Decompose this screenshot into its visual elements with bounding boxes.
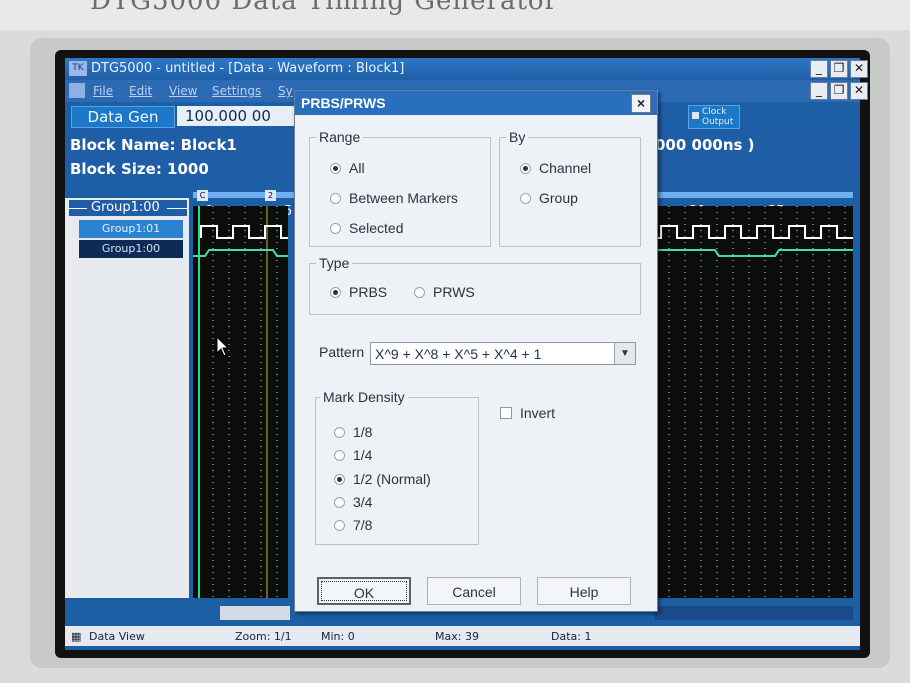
doc-icon[interactable] — [69, 83, 85, 98]
waveform-right-svg — [655, 206, 853, 598]
by-legend: By — [506, 129, 529, 145]
range-selected-radio[interactable]: Selected — [330, 220, 403, 236]
cancel-button[interactable]: Cancel — [427, 577, 521, 605]
by-channel-radio[interactable]: Channel — [520, 160, 591, 176]
type-prbs-radio[interactable]: PRBS — [330, 284, 387, 300]
radio-indicator-icon — [520, 192, 531, 204]
density-1-8-radio[interactable]: 1/8 — [334, 424, 372, 440]
bezel-caption: DTG5000 Data Timing Generator — [90, 0, 558, 16]
menu-settings[interactable]: Settings — [212, 84, 261, 98]
document-controls: _ ❐ ✕ — [810, 82, 868, 100]
mouse-pointer-icon — [216, 336, 230, 357]
channel-row-group1-00[interactable]: Group1:00 — [79, 240, 183, 258]
waveform-area-right[interactable] — [655, 206, 853, 598]
range-group: Range All Between Markers Selected — [309, 129, 491, 247]
group-header-label: Group1:00 — [91, 200, 160, 215]
prbs-prws-dialog: PRBS/PRWS × Range All Between Markers Se… — [294, 90, 658, 612]
range-between-markers-radio[interactable]: Between Markers — [330, 190, 458, 206]
minimize-icon[interactable]: _ — [810, 60, 828, 78]
status-min: Min: 0 — [321, 630, 355, 643]
radio-indicator-icon — [334, 473, 345, 485]
clock-output-button[interactable]: Clock Output — [688, 105, 740, 129]
window-titlebar: TK DTG5000 - untitled - [Data - Waveform… — [65, 58, 868, 80]
menu-file[interactable]: File — [93, 84, 113, 98]
help-button[interactable]: Help — [537, 577, 631, 605]
mark-density-legend: Mark Density — [320, 389, 408, 405]
density-7-8-radio[interactable]: 7/8 — [334, 517, 372, 533]
invert-checkbox[interactable]: Invert — [500, 405, 555, 421]
mark-density-group: Mark Density 1/8 1/4 1/2 (Normal) 3/4 7/… — [315, 389, 479, 545]
data-wave-left — [193, 249, 288, 257]
density-3-4-radio[interactable]: 3/4 — [334, 494, 372, 510]
restore-icon[interactable]: ❐ — [830, 60, 848, 78]
clock-output-indicator-icon — [692, 112, 699, 119]
doc-close-icon[interactable]: ✕ — [850, 82, 868, 100]
block-name: Block Name: Block1 — [70, 136, 237, 154]
radio-indicator-icon — [330, 162, 341, 174]
horizontal-scrollbar-track[interactable] — [655, 606, 853, 620]
dialog-close-button[interactable]: × — [631, 94, 651, 113]
radio-indicator-icon — [330, 222, 341, 234]
radio-indicator-icon — [330, 192, 341, 204]
by-group-radio[interactable]: Group — [520, 190, 578, 206]
radio-indicator-icon — [520, 162, 531, 174]
status-max: Max: 39 — [435, 630, 479, 643]
radio-indicator-icon — [414, 286, 425, 298]
ok-button[interactable]: OK — [317, 577, 411, 605]
block-size: Block Size: 1000 — [70, 160, 209, 178]
data-view-icon: ▦ — [71, 630, 82, 643]
dropdown-arrow-icon[interactable]: ▼ — [614, 343, 635, 364]
radio-indicator-icon — [334, 426, 345, 438]
waveform-left-svg — [193, 206, 288, 598]
radio-indicator-icon — [330, 286, 341, 298]
density-1-4-radio[interactable]: 1/4 — [334, 447, 372, 463]
window-controls: _ ❐ ✕ — [810, 60, 868, 78]
by-group: By Channel Group — [499, 129, 641, 247]
pattern-label: Pattern — [319, 344, 365, 360]
type-group: Type PRBS PRWS — [309, 255, 641, 315]
time-info: 000 000ns ) — [655, 136, 755, 154]
type-prws-radio[interactable]: PRWS — [414, 284, 475, 300]
doc-minimize-icon[interactable]: _ — [810, 82, 828, 100]
dialog-title: PRBS/PRWS — [301, 95, 386, 111]
horizontal-scrollbar[interactable] — [220, 606, 290, 620]
menu-edit[interactable]: Edit — [129, 84, 152, 98]
channel-list — [65, 198, 189, 598]
marker-2[interactable]: 2 — [265, 190, 276, 201]
status-zoom: Zoom: 1/1 — [235, 630, 292, 643]
menu-system[interactable]: Sy — [278, 84, 293, 98]
radio-indicator-icon — [334, 449, 345, 461]
range-all-radio[interactable]: All — [330, 160, 365, 176]
radio-indicator-icon — [334, 496, 345, 508]
pattern-select[interactable]: X^9 + X^8 + X^5 + X^4 + 1 ▼ — [370, 342, 636, 365]
dialog-titlebar: PRBS/PRWS × — [295, 91, 657, 115]
status-view: Data View — [89, 630, 145, 643]
waveform-area-left[interactable] — [193, 206, 288, 598]
marker-c[interactable]: C — [197, 190, 208, 201]
channel-row-group1-01[interactable]: Group1:01 — [79, 220, 183, 238]
app-logo-icon: TK — [69, 61, 87, 76]
clock-output-label: Clock Output — [702, 107, 734, 127]
frequency-field[interactable]: 100.000 00 — [177, 106, 297, 126]
close-icon[interactable]: ✕ — [850, 60, 868, 78]
radio-indicator-icon — [334, 519, 345, 531]
data-wave-right — [655, 249, 853, 257]
group-header: Group1:00 — [69, 200, 187, 216]
checkbox-indicator-icon — [500, 407, 512, 420]
doc-restore-icon[interactable]: ❐ — [830, 82, 848, 100]
menu-view[interactable]: View — [169, 84, 197, 98]
monitor-bezel-top: DTG5000 Data Timing Generator — [0, 0, 910, 30]
data-gen-button[interactable]: Data Gen — [71, 106, 175, 128]
window-title: DTG5000 - untitled - [Data - Waveform : … — [91, 61, 405, 76]
status-bar: ▦ Data View Zoom: 1/1 Min: 0 Max: 39 Dat… — [65, 626, 860, 646]
pattern-value: X^9 + X^8 + X^5 + X^4 + 1 — [375, 346, 542, 362]
status-data: Data: 1 — [551, 630, 592, 643]
density-1-2-radio[interactable]: 1/2 (Normal) — [334, 471, 431, 487]
type-legend: Type — [316, 255, 353, 271]
invert-label: Invert — [520, 405, 556, 421]
range-legend: Range — [316, 129, 364, 145]
